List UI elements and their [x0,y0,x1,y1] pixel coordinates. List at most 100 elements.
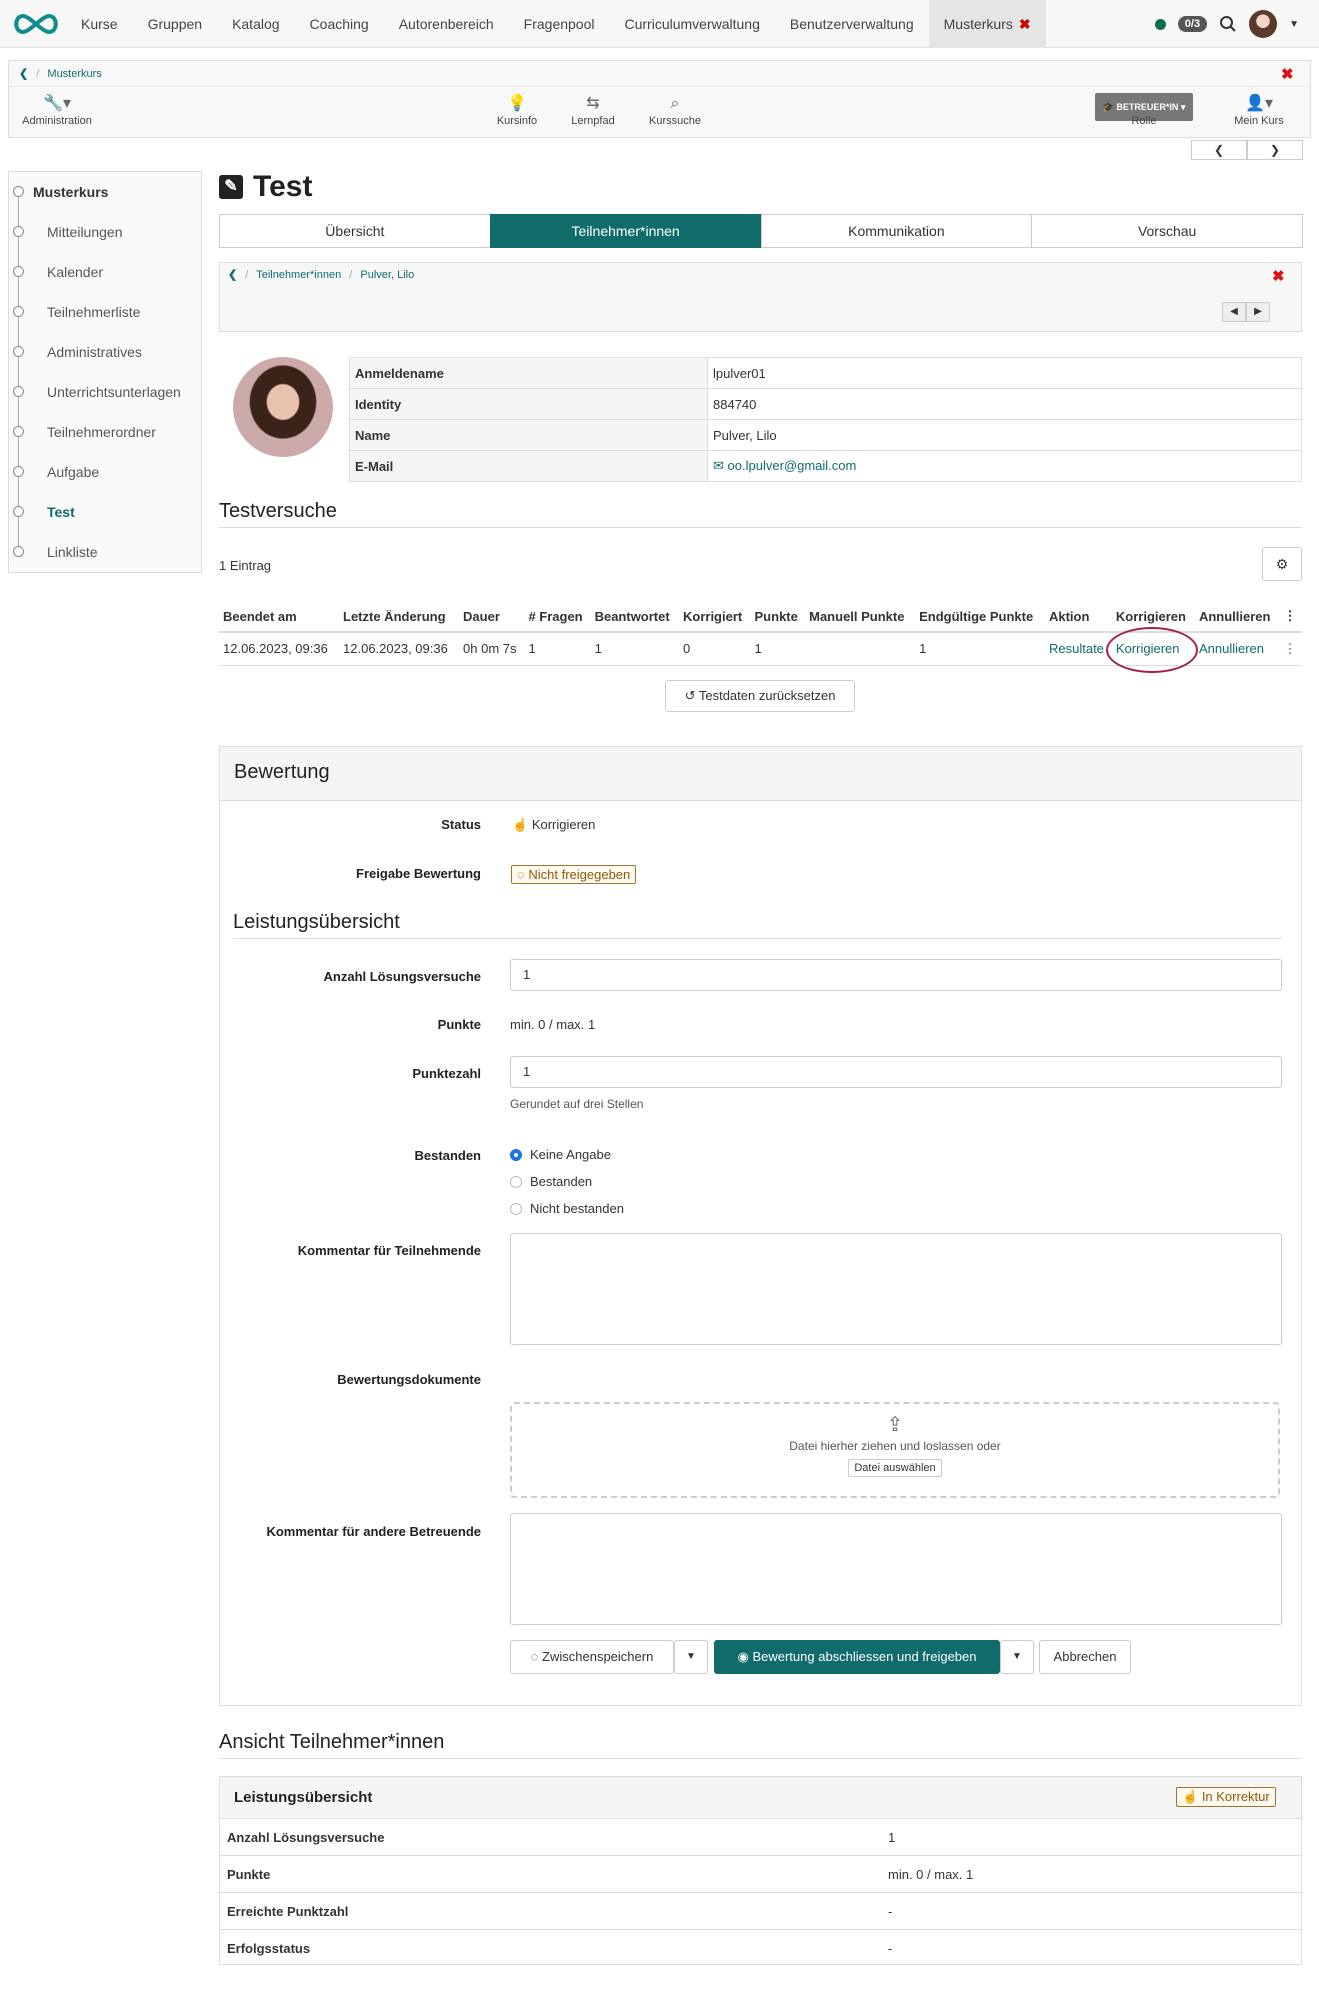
administration-label: Administration [22,115,92,127]
finish-dropdown[interactable]: ▼ [1000,1640,1034,1674]
row-options-icon[interactable]: ⋮ [1279,632,1302,666]
email-link[interactable]: oo.lpulver@gmail.com [728,458,857,473]
sidebar-item-administratives[interactable]: Administratives [9,332,201,372]
lernpfad-label: Lernpfad [571,115,615,127]
top-navigation-bar: Kurse Gruppen Katalog Coaching Autorenbe… [0,0,1319,48]
reset-testdata-button[interactable]: ↺ Testdaten zurücksetzen [665,680,855,712]
nav-benutzerverwaltung[interactable]: Benutzerverwaltung [775,0,929,48]
column-header[interactable]: Beantwortet [590,601,679,633]
nav-katalog[interactable]: Katalog [217,0,294,48]
next-participant-button[interactable]: ▶ [1246,302,1270,322]
column-header[interactable]: Endgültige Punkte [915,601,1045,633]
tab-teilnehmerinnen[interactable]: Teilnehmer*innen [489,214,762,248]
sidebar-item-teilnehmerliste[interactable]: Teilnehmerliste [9,292,201,332]
finish-and-release-button[interactable]: ◉ Bewertung abschliessen und freigeben [714,1640,1000,1674]
kurssuche-button[interactable]: ⌕ Kurssuche [643,93,707,127]
table-row: Anzahl Lösungsversuche 1 [220,1819,1301,1856]
row-label: Anzahl Lösungsversuche [227,1830,385,1845]
administration-menu[interactable]: 🔧▾ Administration [17,93,97,127]
passed-option-bestanden[interactable]: Bestanden [510,1174,592,1189]
nav-autorenbereich[interactable]: Autorenbereich [384,0,509,48]
sidebar-item-linkliste[interactable]: Linkliste [9,532,201,572]
breadcrumb-teilnehmerinnen[interactable]: Teilnehmer*innen [256,269,341,281]
sidebar-item-teilnehmerordner[interactable]: Teilnehmerordner [9,412,201,452]
close-tab-icon[interactable]: ✖ [1019,16,1031,32]
upload-icon: ⇪ [886,1414,904,1436]
eye-icon: ◉ [737,1649,749,1664]
radio-label: Keine Angabe [530,1147,611,1162]
nav-fragenpool[interactable]: Fragenpool [509,0,610,48]
nav-musterkurs-tab[interactable]: Musterkurs ✖ [928,0,1046,48]
column-header[interactable]: Dauer [459,601,525,633]
column-header[interactable]: Punkte [750,601,806,633]
role-switch[interactable]: 🎓 BETREUER*IN ▾ Rolle [1089,93,1199,127]
sidebar-item-unterrichtsunterlagen[interactable]: Unterrichtsunterlagen [9,372,201,412]
close-icon[interactable]: ✖ [1281,65,1294,83]
eye-slash-icon: ◌ [530,1649,539,1664]
nav-gruppen[interactable]: Gruppen [133,0,217,48]
file-dropzone[interactable]: ⇪ Datei hierher ziehen und loslassen ode… [510,1402,1280,1498]
nav-kurse[interactable]: Kurse [66,0,133,48]
node-circle-icon [13,506,24,517]
sidebar-item-label: Administratives [47,344,142,360]
save-draft-button[interactable]: ◌ Zwischenspeichern [510,1640,674,1674]
lernpfad-button[interactable]: ⇆ Lernpfad [561,93,625,127]
breadcrumb-separator: / [245,269,249,281]
sidebar-item-kalender[interactable]: Kalender [9,252,201,292]
cell-fragen: 1 [524,632,591,666]
assessment-heading: Bewertung [220,747,1301,801]
sidebar-item-mitteilungen[interactable]: Mitteilungen [9,212,201,252]
tab-kommunikation[interactable]: Kommunikation [760,214,1033,248]
info-value: 884740 [707,388,1302,420]
score-input[interactable]: 1 [510,1056,1282,1088]
column-header[interactable]: # Fragen [524,601,591,633]
next-node-button[interactable]: ❯ [1247,140,1303,160]
user-avatar[interactable] [1249,10,1278,38]
kursinfo-button[interactable]: 💡 Kursinfo [485,93,549,127]
save-draft-dropdown[interactable]: ▼ [674,1640,708,1674]
cell-manuell-punkte [805,632,916,666]
breadcrumb: ❮ / Musterkurs [9,61,1310,87]
coach-comment-textarea[interactable] [510,1513,1282,1625]
tab-uebersicht[interactable]: Übersicht [219,214,491,248]
passed-option-nicht-bestanden[interactable]: Nicht bestanden [510,1201,624,1216]
close-icon[interactable]: ✖ [1272,267,1285,285]
back-chevron-icon[interactable]: ❮ [19,68,28,80]
choose-file-button[interactable]: Datei auswählen [848,1459,942,1477]
back-chevron-icon[interactable]: ❮ [228,269,237,281]
mein-kurs-menu[interactable]: 👤▾ Mein Kurs [1224,93,1294,127]
comment-textarea[interactable] [510,1233,1282,1345]
resultate-link[interactable]: Resultate [1049,641,1104,656]
openolat-logo-icon[interactable] [10,10,62,38]
column-header[interactable]: Manuell Punkte [805,601,916,633]
row-value: 1 [888,1830,896,1845]
breadcrumb-participant[interactable]: Pulver, Lilo [360,269,414,281]
chat-count-badge[interactable]: 0/3 [1177,16,1208,32]
column-options-icon[interactable]: ⋮ [1279,601,1302,633]
previous-node-button[interactable]: ❮ [1191,140,1247,160]
radio-selected-icon [510,1148,522,1161]
column-header[interactable]: Beendet am [219,601,340,633]
column-header[interactable]: Korrigiert [679,601,751,633]
search-icon[interactable] [1219,15,1237,33]
comment-label: Kommentar für Teilnehmende [297,1243,481,1258]
in-correction-text: In Korrektur [1201,1789,1270,1804]
status-value: ☝ Korrigieren [512,817,595,833]
previous-participant-button[interactable]: ◀ [1222,302,1246,322]
table-settings-button[interactable]: ⚙ [1262,547,1302,581]
attempts-count-input[interactable]: 1 [510,959,1282,991]
cancel-button[interactable]: Abbrechen [1039,1640,1131,1674]
sidebar-item-musterkurs[interactable]: Musterkurs [9,172,201,212]
online-status-icon[interactable] [1154,18,1166,30]
annullieren-link[interactable]: Annullieren [1199,641,1264,656]
sidebar-item-label: Test [47,504,75,520]
user-menu-caret-icon[interactable]: ▼ [1289,19,1299,30]
passed-option-keine-angabe[interactable]: Keine Angabe [510,1147,611,1162]
breadcrumb-musterkurs[interactable]: Musterkurs [47,68,101,80]
nav-curriculumverwaltung[interactable]: Curriculumverwaltung [609,0,774,48]
column-header[interactable]: Letzte Änderung [339,601,460,633]
tab-vorschau[interactable]: Vorschau [1031,214,1303,248]
nav-coaching[interactable]: Coaching [295,0,384,48]
sidebar-item-test[interactable]: Test [9,492,201,532]
sidebar-item-aufgabe[interactable]: Aufgabe [9,452,201,492]
